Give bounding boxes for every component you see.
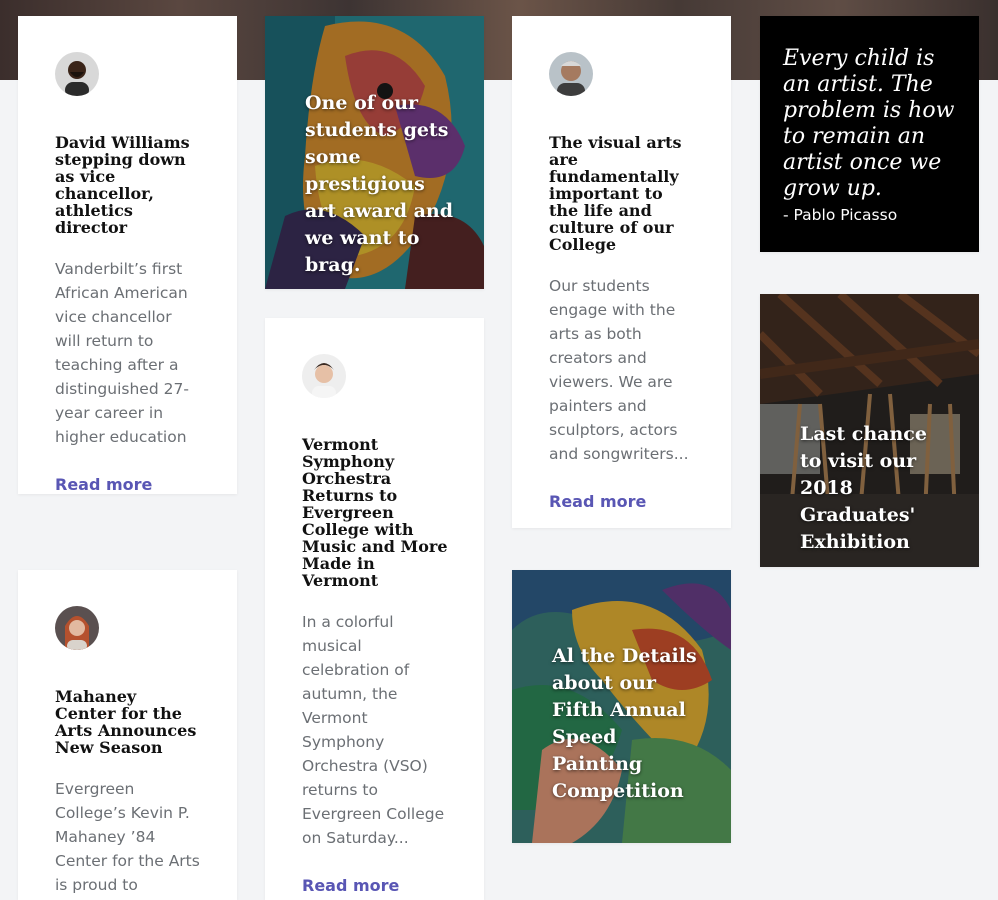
card-title[interactable]: Vermont Symphony Orchestra Returns to Ev… [302,436,448,589]
person-avatar-icon [549,52,593,96]
card-title[interactable]: David Williams stepping down as vice cha… [55,134,201,236]
quote-text: Every child is an artist. The problem is… [783,46,955,201]
card-excerpt: Our students engage with the arts as bot… [549,277,689,463]
feature-card-graduates-exhibition[interactable]: Last chance to visit our 2018 Graduates'… [760,294,979,567]
card-excerpt: Evergreen College’s Kevin P. Mahaney ’84… [55,780,200,894]
news-card-vermont-symphony[interactable]: Vermont Symphony Orchestra Returns to Ev… [265,318,484,900]
card-excerpt: In a colorful musical celebration of aut… [302,613,445,847]
card-title[interactable]: Al the Details about our Fifth Annual Sp… [552,643,701,805]
feature-card-art-award[interactable]: One of our students gets some prestigiou… [265,16,484,289]
card-title[interactable]: Last chance to visit our 2018 Graduates'… [800,421,949,556]
card-title[interactable]: Mahaney Center for the Arts Announces Ne… [55,688,201,756]
quote-author: - Pablo Picasso [783,206,898,224]
news-card-mahaney-center[interactable]: Mahaney Center for the Arts Announces Ne… [18,570,237,900]
card-excerpt: Vanderbilt’s first African American vice… [55,260,189,446]
card-title[interactable]: One of our students gets some prestigiou… [305,90,454,279]
person-avatar-icon [55,52,99,96]
person-avatar-icon [302,354,346,398]
news-card-david-williams[interactable]: David Williams stepping down as vice cha… [18,16,237,494]
read-more-link[interactable]: Read more [549,492,646,511]
card-title[interactable]: The visual arts are fundamentally import… [549,134,695,253]
quote-card-picasso: Every child is an artist. The problem is… [760,16,979,252]
read-more-link[interactable]: Read more [302,876,399,895]
person-avatar-icon [55,606,99,650]
news-card-visual-arts[interactable]: The visual arts are fundamentally import… [512,16,731,528]
feature-card-speed-painting[interactable]: Al the Details about our Fifth Annual Sp… [512,570,731,843]
read-more-link[interactable]: Read more [55,475,152,494]
